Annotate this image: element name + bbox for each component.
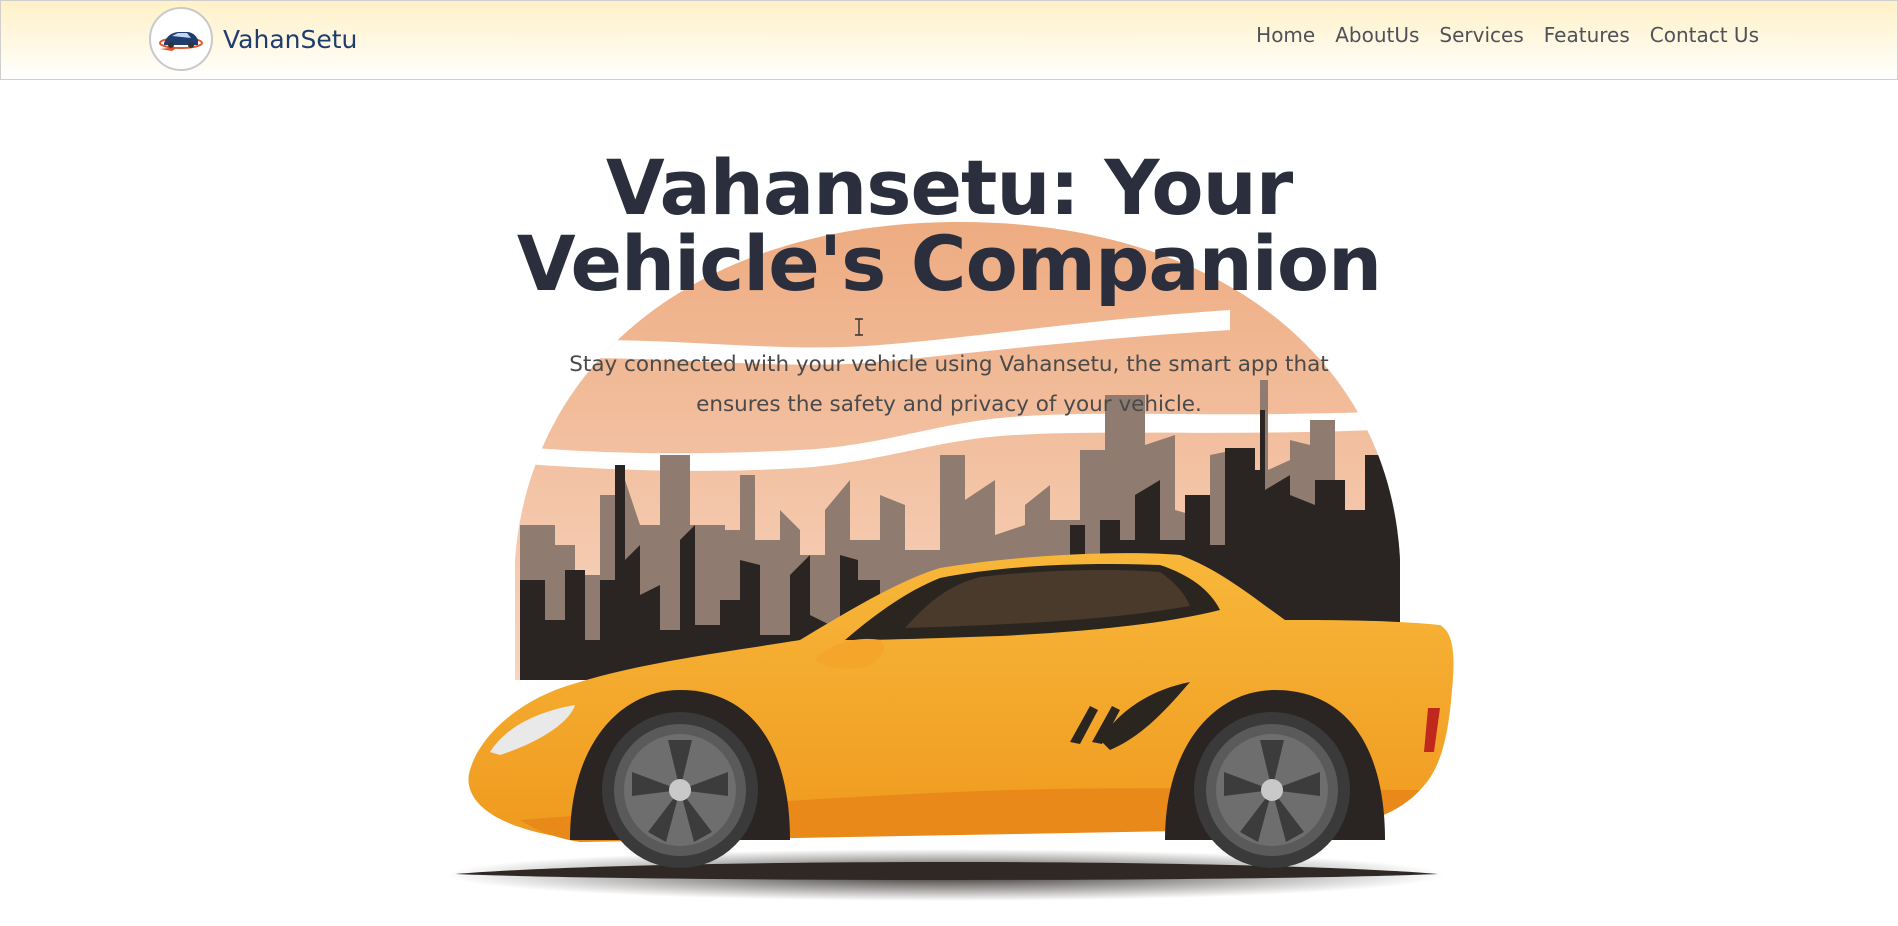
hero-subtitle-line-1: Stay connected with your vehicle using V…	[569, 352, 1329, 377]
rear-wheel	[1194, 712, 1350, 868]
front-wheel	[602, 712, 758, 868]
text-cursor-icon	[855, 318, 863, 336]
hero-subtitle: Stay connected with your vehicle using V…	[549, 345, 1349, 425]
sports-car-city-illustration	[445, 222, 1454, 901]
hero-subtitle-line-2: ensures the safety and privacy of your v…	[696, 392, 1202, 417]
hero-title: Vahansetu: Your Vehicle's Companion	[449, 150, 1449, 302]
hero-title-line-2: Vehicle's Companion	[516, 219, 1382, 308]
